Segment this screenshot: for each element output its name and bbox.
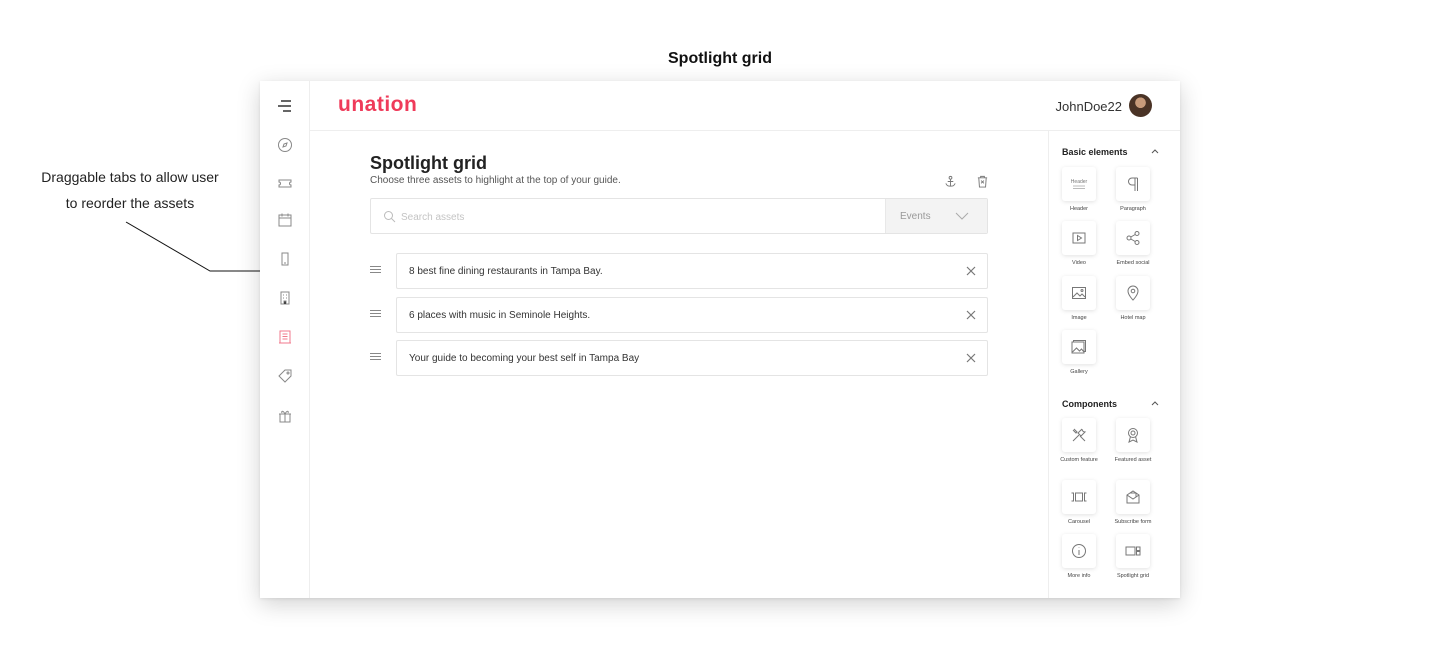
close-icon[interactable] [965,352,977,364]
info-icon [1072,544,1086,558]
page-title: Spotlight grid [370,153,487,173]
component-more-info[interactable] [1062,534,1096,568]
gift-icon[interactable] [275,406,295,426]
map-pin-icon [1127,285,1139,301]
drag-handle-icon[interactable] [370,310,381,319]
header-icon: Header [1071,179,1088,189]
asset-item[interactable]: 8 best fine dining restaurants in Tampa … [396,253,988,289]
chevron-up-icon[interactable] [1150,399,1160,407]
component-carousel[interactable] [1062,480,1096,514]
asset-type-selected: Events [900,211,931,222]
brand-logo[interactable]: unation [338,93,417,117]
award-icon [1128,428,1138,443]
asset-title: 8 best fine dining restaurants in Tampa … [409,266,603,277]
chevron-down-icon [955,212,969,220]
menu-icon[interactable] [275,96,295,116]
chevron-up-icon[interactable] [1150,147,1160,155]
left-nav [260,81,310,598]
top-bar: unation JohnDoe22 [310,81,1180,131]
component-label: Featured asset [1114,457,1152,463]
asset-title: Your guide to becoming your best self in… [409,353,640,364]
drag-handle-icon[interactable] [370,266,381,275]
annotation-line-1: Draggable tabs to allow user [41,169,219,185]
username[interactable]: JohnDoe22 [1056,99,1123,114]
element-label: Gallery [1070,369,1088,375]
annotation-line-2: to reorder the assets [65,195,195,211]
trash-icon[interactable] [975,174,989,188]
paragraph-icon [1128,177,1138,191]
asset-row: Your guide to becoming your best self in… [370,340,988,376]
component-label: Carousel [1067,519,1090,525]
close-icon[interactable] [965,309,977,321]
component-label: Subscribe form [1114,519,1152,525]
section-title-basic: Basic elements [1062,147,1128,157]
element-paragraph[interactable] [1116,167,1150,201]
section-title-components: Components [1062,399,1117,409]
asset-title: 6 places with music in Seminole Heights. [409,310,591,321]
component-custom-feature[interactable] [1062,418,1096,452]
svg-text:Header: Header [1071,179,1088,185]
page-caption: Spotlight grid [668,50,772,67]
spotlight-icon [1125,546,1141,556]
phone-icon[interactable] [275,249,295,269]
avatar[interactable] [1129,94,1152,117]
asset-row: 6 places with music in Seminole Heights. [370,297,988,333]
close-icon[interactable] [965,265,977,277]
main-content: Spotlight grid Choose three assets to hi… [310,131,1048,598]
element-header[interactable]: Header [1062,167,1096,201]
component-featured-asset[interactable] [1116,418,1150,452]
asset-item[interactable]: Your guide to becoming your best self in… [396,340,988,376]
ticket-icon[interactable] [275,173,295,193]
elements-panel: Basic elements Header Header Paragraph V… [1048,131,1180,598]
asset-type-dropdown[interactable]: Events [885,199,987,233]
video-icon [1072,232,1086,244]
element-label: Video [1072,260,1086,266]
mail-icon [1126,490,1140,504]
element-label: Embed social [1116,260,1150,266]
app-window: unation JohnDoe22 Spotlight grid Choose … [260,81,1180,598]
share-icon [1126,231,1140,245]
component-label: Custom feature [1060,457,1098,463]
tag-icon[interactable] [275,366,295,386]
drag-handle-icon[interactable] [370,353,381,362]
element-label: Hotel map [1120,315,1146,321]
element-gallery[interactable] [1062,330,1096,364]
gallery-icon [1071,340,1086,354]
component-spotlight-grid[interactable] [1116,534,1150,568]
image-icon [1072,287,1086,299]
annotation-note: Draggable tabs to allow user to reorder … [20,164,240,216]
calendar-icon[interactable] [275,210,295,230]
component-label: More info [1067,573,1091,579]
page-subtitle: Choose three assets to highlight at the … [370,175,621,186]
asset-item[interactable]: 6 places with music in Seminole Heights. [396,297,988,333]
element-hotel-map[interactable] [1116,276,1150,310]
component-subscribe-form[interactable] [1116,480,1150,514]
asset-row: 8 best fine dining restaurants in Tampa … [370,253,988,289]
element-label: Image [1071,315,1087,321]
element-video[interactable] [1062,221,1096,255]
element-image[interactable] [1062,276,1096,310]
carousel-icon [1071,492,1087,502]
search-icon [384,211,396,223]
element-label: Header [1069,206,1089,212]
asset-search: Events [370,198,988,234]
element-label: Paragraph [1120,206,1146,212]
tools-icon [1072,428,1087,442]
element-embed-social[interactable] [1116,221,1150,255]
building-icon[interactable] [275,288,295,308]
component-label: Spotlight grid [1116,573,1150,579]
compass-icon[interactable] [275,135,295,155]
search-input[interactable] [401,207,871,227]
anchor-icon[interactable] [943,174,957,188]
guide-icon[interactable] [275,327,295,347]
